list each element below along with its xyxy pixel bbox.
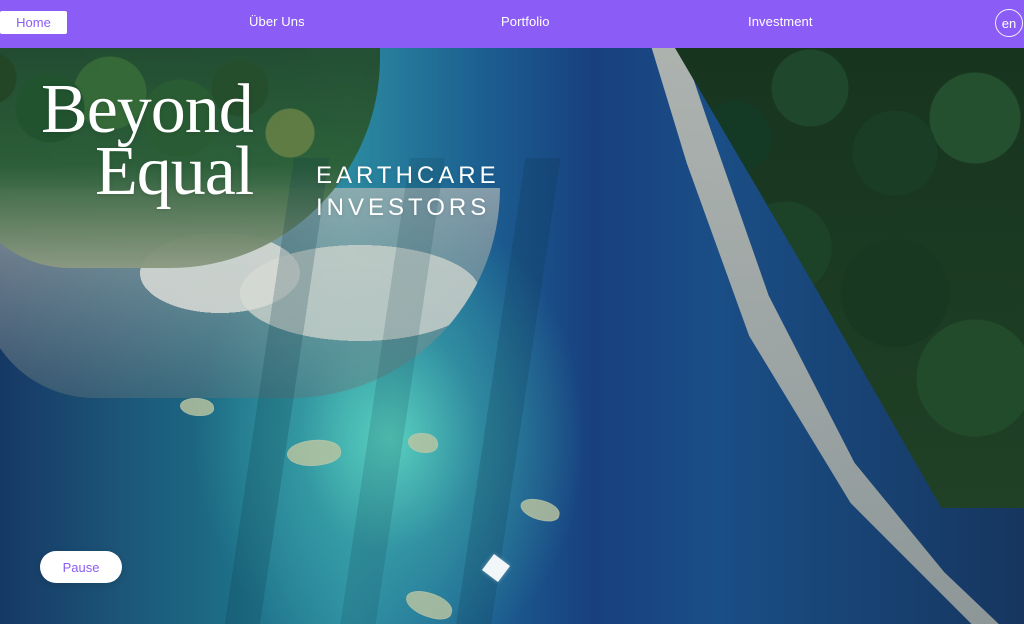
hero-subtitle: EARTHCARE INVESTORS <box>316 160 500 224</box>
hero-subtitle-line-1: EARTHCARE <box>316 162 500 189</box>
nav-home-button[interactable]: Home <box>0 11 67 34</box>
nav-portfolio-link[interactable]: Portfolio <box>501 14 550 29</box>
hero-title: Beyond Equal <box>41 71 254 210</box>
lake-rock <box>180 398 214 416</box>
hero-title-line-1: Beyond <box>41 71 254 148</box>
right-forest <box>675 48 1024 508</box>
pause-button[interactable]: Pause <box>40 551 122 583</box>
hero-subtitle-line-2: INVESTORS <box>316 194 491 221</box>
nav-investment-link[interactable]: Investment <box>748 14 813 29</box>
language-switcher[interactable]: en <box>995 9 1023 37</box>
hero-title-line-2: Equal <box>95 133 254 210</box>
nav-about-link[interactable]: Über Uns <box>249 14 305 29</box>
top-navigation: Home Über Uns Portfolio Investment en <box>0 0 1024 48</box>
